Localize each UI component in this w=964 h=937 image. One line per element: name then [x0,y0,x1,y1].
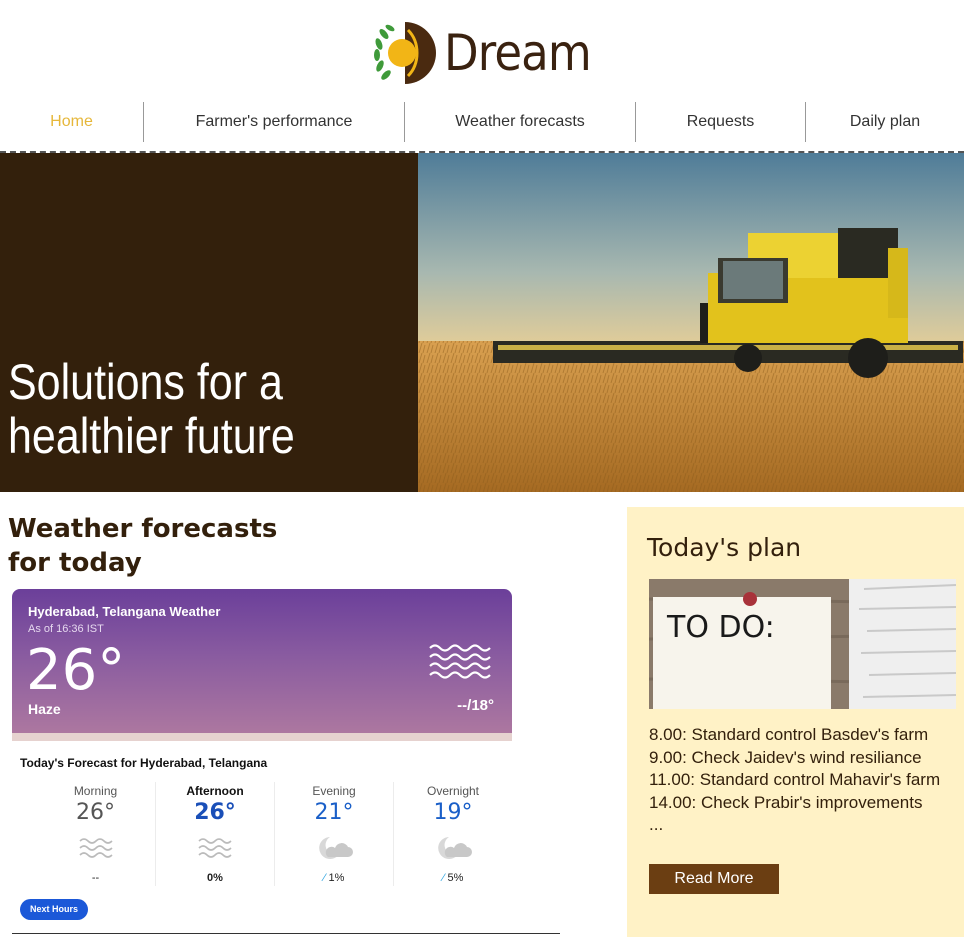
hero-title: Solutions for a healthier future [8,355,295,463]
section-divider [12,933,560,934]
period-temperature: 26° [194,800,236,825]
todays-plan-panel: Today's plan TO DO: 8.00: Standard contr… [627,507,964,937]
nav-item-requests[interactable]: Requests [636,100,805,144]
weather-heading-line-1: Weather forecasts [8,514,278,544]
raindrop-icon: ⁄ [442,872,445,884]
todo-note-image: TO DO: [649,579,956,709]
forecast-period-overnight[interactable]: Overnight 19° ⁄ 5% [393,782,512,886]
period-precipitation: 0% [207,872,223,884]
temperature-range: --/18° [457,697,494,714]
period-temperature: 21° [314,800,354,825]
forecast-period-afternoon[interactable]: Afternoon 26° 0% [155,782,274,886]
current-condition: Haze [28,701,61,717]
period-name: Morning [73,784,118,798]
forecast-periods: Morning 26° -- Afternoon 26° 0% Evening … [36,782,512,886]
partly-cloudy-night-icon [319,837,353,859]
forecast-period-morning[interactable]: Morning 26° -- [36,782,155,886]
weather-heading-line-2: for today [8,548,142,578]
nav-item-farmers-performance[interactable]: Farmer's performance [144,100,404,144]
main-nav: Home Farmer's performance Weather foreca… [0,100,964,144]
hero-title-line-1: Solutions for a [8,354,283,410]
period-name: Afternoon [186,784,244,798]
raindrop-icon: ⁄ [323,872,326,884]
next-hours-button[interactable]: Next Hours [20,899,89,920]
plan-item: 14.00: Check Prabir's improvements [649,792,923,812]
brand-name: Dream [444,24,592,82]
period-precipitation: ⁄ 1% [323,872,345,884]
nav-item-weather-forecasts[interactable]: Weather forecasts [405,100,635,144]
plan-item: 11.00: Standard control Mahavir's farm [649,770,941,790]
plan-list: 8.00: Standard control Basdev's farm 9.0… [649,724,940,837]
plan-item: 8.00: Standard control Basdev's farm [649,725,929,744]
haze-icon [78,838,113,858]
plan-title: Today's plan [647,533,802,562]
period-precipitation: ⁄ 5% [442,872,464,884]
wheat-logo-icon [374,22,436,84]
forecast-period-evening[interactable]: Evening 21° ⁄ 1% [274,782,393,886]
hero-banner: Solutions for a healthier future [0,153,964,492]
plan-item: ... [649,815,664,835]
todo-note-text: TO DO: [666,610,775,645]
site-logo[interactable]: Dream [372,20,607,86]
period-temperature: 19° [433,800,473,825]
weather-section-heading: Weather forecasts for today [8,512,277,580]
current-weather-card[interactable]: Hyderabad, Telangana Weather As of 16:36… [12,589,512,741]
forecast-title: Today's Forecast for Hyderabad, Telangan… [20,756,268,770]
partly-cloudy-night-icon [438,837,472,859]
haze-icon [198,838,232,858]
current-temperature: 26° [26,638,126,703]
period-precipitation: -- [91,872,100,884]
weather-timestamp: As of 16:36 IST [28,623,104,635]
combine-harvester-image [418,153,964,492]
read-more-button[interactable]: Read More [649,864,779,894]
hero-text-panel: Solutions for a healthier future [0,153,418,492]
haze-icon [429,644,491,679]
site-header: Dream Home Farmer's performance Weather … [0,0,964,142]
period-name: Overnight [426,784,480,798]
period-temperature: 26° [76,800,115,825]
weather-location: Hyderabad, Telangana Weather [28,604,221,619]
daily-forecast-panel: Today's Forecast for Hyderabad, Telangan… [12,742,512,932]
plan-item: 9.00: Check Jaidev's wind resiliance [649,747,922,767]
period-name: Evening [312,784,356,798]
hero-title-line-2: healthier future [8,408,295,464]
nav-item-daily-plan[interactable]: Daily plan [806,100,964,144]
nav-item-home[interactable]: Home [0,100,143,144]
